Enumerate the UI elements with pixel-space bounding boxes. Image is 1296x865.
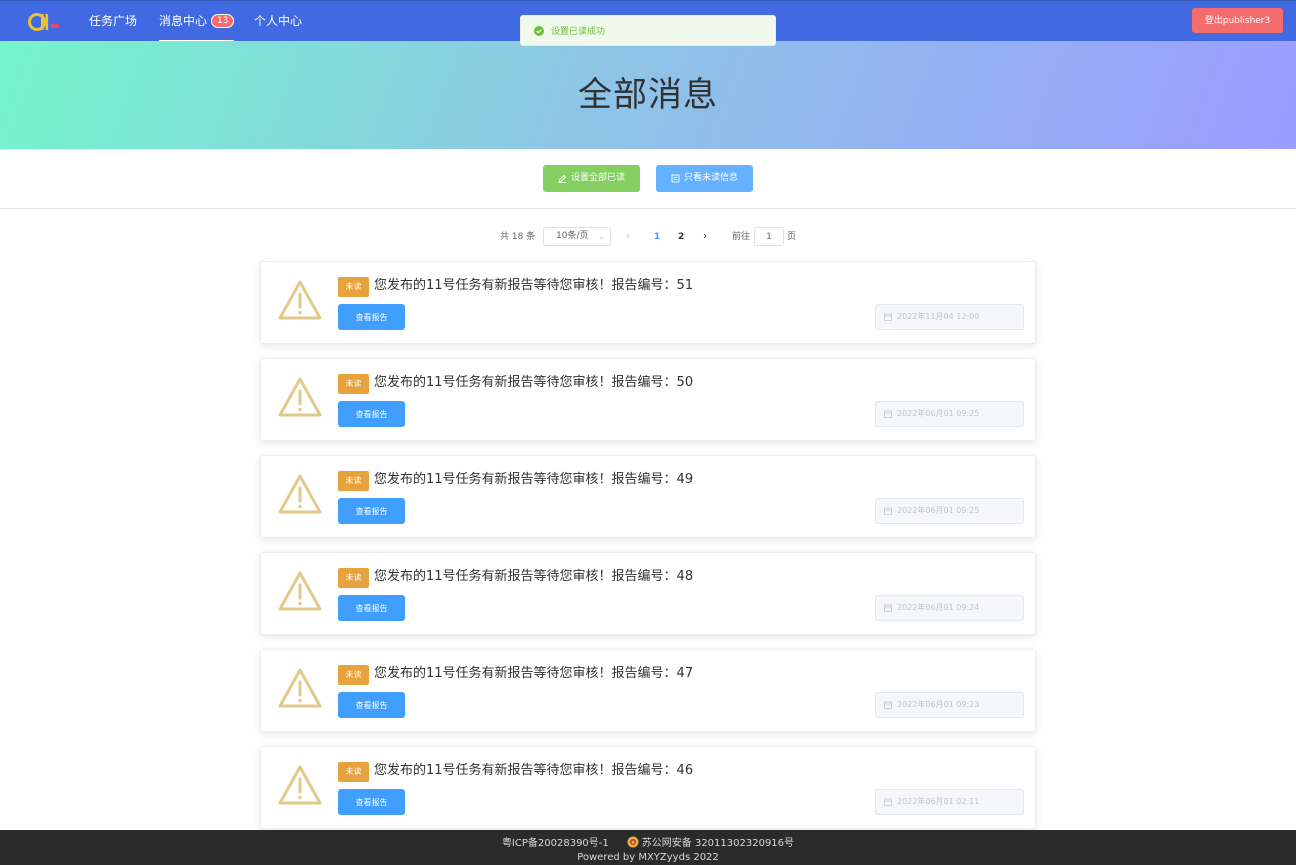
message-title: 您发布的11号任务有新报告等待您审核！报告编号：47 [374,666,694,681]
view-report-button[interactable]: 查看报告 [338,595,405,621]
next-page-button[interactable]: › [703,227,707,247]
warning-triangle-icon [278,280,322,320]
page-title: 全部消息 [578,75,718,115]
nav-item-message-center[interactable]: 消息中心 13 [159,1,235,42]
view-report-button[interactable]: 查看报告 [338,401,405,427]
nav-item-task-square[interactable]: 任务广场 [89,1,137,42]
calendar-icon [884,313,892,321]
message-title: 您发布的11号任务有新报告等待您审核！报告编号：50 [374,375,694,390]
unread-tag: 未读 [338,568,369,588]
date-text: 2022年06月01 09:24 [897,603,980,612]
footer-line: 粤ICP备20028390号-1 苏公网安备 32011302320916号 [0,836,1296,851]
unread-tag: 未读 [338,277,369,297]
logo-icon[interactable] [27,11,63,33]
logout-button[interactable]: 登出publisher3 [1192,8,1283,33]
prev-page-button[interactable]: ‹ [626,227,630,247]
nav-item-personal-center[interactable]: 个人中心 [254,1,302,42]
unread-tag: 未读 [338,665,369,685]
nav-item-label: 个人中心 [254,14,303,28]
page-number-1[interactable]: 1 [654,227,660,247]
view-report-button[interactable]: 查看报告 [338,304,405,330]
success-toast: 设置已读成功 [520,15,776,46]
view-report-button[interactable]: 查看报告 [338,789,405,815]
warning-triangle-icon [278,668,322,708]
check-circle-icon [534,25,544,36]
pagination: 共 18 条 10条/页 ⌄ ‹ 1 2 › 前往 页 [0,227,1296,247]
goto-page-input[interactable] [754,227,784,246]
icp-link[interactable]: 粤ICP备20028390号-1 [502,838,609,849]
message-title: 您发布的11号任务有新报告等待您审核！报告编号：46 [374,763,694,778]
page-banner: 全部消息 [0,41,1296,149]
only-unread-button[interactable]: 只看未读信息 [656,165,753,192]
nav-item-label: 消息中心 [159,14,208,28]
button-label: 设置全部已读 [570,173,625,183]
message-card: 未读 您发布的11号任务有新报告等待您审核！报告编号：47 查看报告 2022年… [260,649,1036,732]
edit-icon [558,174,567,183]
date-text: 2022年06月01 09:25 [897,409,980,418]
unread-tag: 未读 [338,762,369,782]
calendar-icon [884,798,892,806]
powered-by: Powered by MXYZyyds 2022 [577,852,719,863]
date-text: 2022年06月01 02:11 [897,797,980,806]
calendar-icon [884,507,892,515]
chevron-down-icon: ⌄ [598,232,605,241]
message-date: 2022年06月01 09:25 [875,498,1024,524]
document-icon [671,174,680,183]
message-title: 您发布的11号任务有新报告等待您审核！报告编号：48 [374,569,694,584]
goto-suffix: 页 [787,232,797,242]
calendar-icon [884,410,892,418]
warning-triangle-icon [278,377,322,417]
message-card: 未读 您发布的11号任务有新报告等待您审核！报告编号：50 查看报告 2022年… [260,358,1036,441]
page-number-2[interactable]: 2 [678,227,684,247]
page-size-value: 10条/页 [556,231,589,241]
calendar-icon [884,701,892,709]
message-card: 未读 您发布的11号任务有新报告等待您审核！报告编号：46 查看报告 2022年… [260,746,1036,829]
warning-triangle-icon [278,765,322,805]
message-card: 未读 您发布的11号任务有新报告等待您审核！报告编号：51 查看报告 2022年… [260,261,1036,344]
message-date: 2022年11月04 12:00 [875,304,1024,330]
message-date: 2022年06月01 09:23 [875,692,1024,718]
mark-all-read-button[interactable]: 设置全部已读 [543,165,640,192]
button-label: 只看未读信息 [683,173,738,183]
nav-item-label: 任务广场 [89,14,138,28]
message-date: 2022年06月01 09:24 [875,595,1024,621]
message-date: 2022年06月01 02:11 [875,789,1024,815]
goto-label: 前往 [732,232,751,242]
police-record-link[interactable]: 苏公网安备 32011302320916号 [642,838,794,849]
warning-triangle-icon [278,571,322,611]
unread-count-badge: 13 [211,13,235,28]
pagination-total: 共 18 条 [500,232,536,242]
action-bar: 设置全部已读 只看未读信息 [0,149,1296,209]
page-size-select[interactable]: 10条/页 ⌄ [543,227,611,246]
date-text: 2022年11月04 12:00 [897,312,980,321]
warning-triangle-icon [278,474,322,514]
unread-tag: 未读 [338,374,369,394]
message-card: 未读 您发布的11号任务有新报告等待您审核！报告编号：49 查看报告 2022年… [260,455,1036,538]
message-title: 您发布的11号任务有新报告等待您审核！报告编号：51 [374,278,694,293]
police-badge-icon [627,836,639,848]
message-card: 未读 您发布的11号任务有新报告等待您审核！报告编号：48 查看报告 2022年… [260,552,1036,635]
date-text: 2022年06月01 09:25 [897,506,980,515]
date-text: 2022年06月01 09:23 [897,700,980,709]
view-report-button[interactable]: 查看报告 [338,498,405,524]
message-title: 您发布的11号任务有新报告等待您审核！报告编号：49 [374,472,694,487]
toast-text: 设置已读成功 [551,27,606,37]
view-report-button[interactable]: 查看报告 [338,692,405,718]
calendar-icon [884,604,892,612]
unread-tag: 未读 [338,471,369,491]
footer: 粤ICP备20028390号-1 苏公网安备 32011302320916号 Po… [0,830,1296,865]
message-date: 2022年06月01 09:25 [875,401,1024,427]
